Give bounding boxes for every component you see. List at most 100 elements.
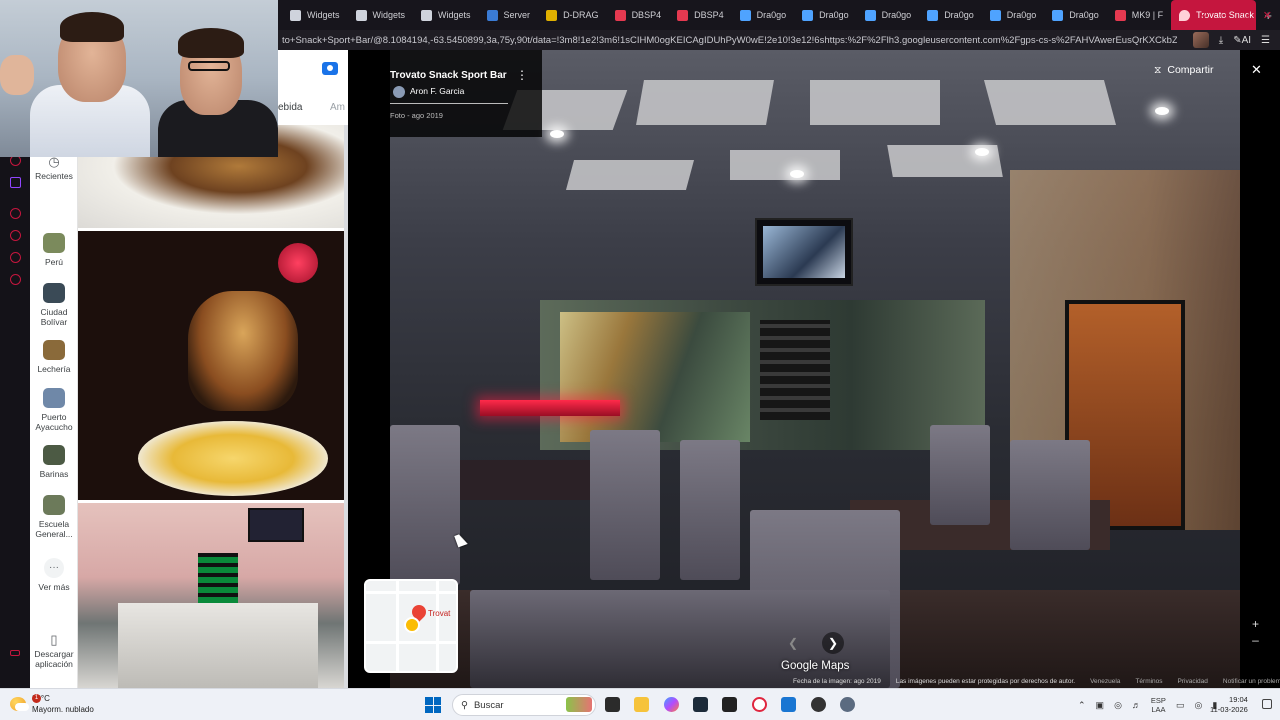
rail-item[interactable]: Perú: [30, 233, 78, 267]
tab-bebida-fragment[interactable]: ebida: [278, 102, 302, 113]
author-name[interactable]: Aron F. Garcia: [410, 86, 464, 96]
previous-photo-button[interactable]: ❮: [782, 632, 804, 654]
ceiling-tile: [565, 160, 695, 190]
history-clock-icon: ◷: [48, 154, 60, 169]
browser-tab[interactable]: Server: [479, 0, 539, 30]
rail-more[interactable]: ··· Ver más: [30, 558, 78, 592]
browser-tab[interactable]: DBSP4: [669, 0, 732, 30]
rail-item[interactable]: Lechería: [30, 340, 78, 374]
tab-ambiente-fragment[interactable]: Am: [330, 102, 345, 113]
tab-label: DBSP4: [694, 10, 724, 20]
ceiling-tile: [810, 80, 940, 125]
rail-item[interactable]: Barinas: [30, 445, 78, 479]
rail-download-app[interactable]: ▯ Descargar aplicación: [30, 633, 78, 669]
share-button[interactable]: ⧖ Compartir: [1154, 60, 1213, 80]
report-problem-link[interactable]: Notificar un problema: [1223, 678, 1280, 688]
copilot-icon[interactable]: [664, 697, 679, 712]
task-view-icon[interactable]: [605, 697, 620, 712]
download-icon[interactable]: ⤓: [1219, 35, 1223, 46]
display-icon[interactable]: ▭: [1176, 700, 1185, 711]
opera-gx-icon[interactable]: [752, 697, 767, 712]
privacy-link[interactable]: Privacidad: [1178, 678, 1208, 688]
app-icon[interactable]: [693, 697, 708, 712]
place-title[interactable]: Trovato Snack Sport Bar: [390, 70, 507, 81]
more-options-icon[interactable]: ⋮: [516, 68, 528, 82]
microphone-icon[interactable]: ◎: [1114, 700, 1122, 711]
country-link[interactable]: Venezuela: [1090, 678, 1120, 688]
map-road: [396, 581, 399, 671]
browser-tab[interactable]: Dra0go: [1044, 0, 1107, 30]
maximize-icon[interactable]: □: [1242, 9, 1249, 21]
search-icon[interactable]: ⚲: [1200, 9, 1208, 22]
language-indicator[interactable]: ESP LAA: [1151, 696, 1166, 714]
browser-tab[interactable]: Dra0go: [794, 0, 857, 30]
start-button[interactable]: [425, 697, 441, 713]
rail-more-label: Ver más: [38, 582, 70, 592]
history-icon[interactable]: [10, 230, 21, 241]
browser-tab[interactable]: MK9 | F: [1107, 0, 1171, 30]
tray-app-icon[interactable]: ▣: [1096, 700, 1105, 711]
browser-menu-icon[interactable]: ☰: [1261, 35, 1270, 46]
ai-button[interactable]: ✎AI: [1233, 35, 1251, 46]
network-icon[interactable]: ◎: [1194, 700, 1202, 711]
terms-link[interactable]: Términos: [1135, 678, 1162, 688]
browser-tab[interactable]: Dra0go: [857, 0, 920, 30]
photo-thumb-interior[interactable]: [78, 503, 346, 688]
zoom-out-icon[interactable]: –: [1252, 632, 1259, 648]
browser-tab[interactable]: Widgets: [282, 0, 348, 30]
mini-map[interactable]: Trovat: [364, 579, 458, 673]
pegman-icon: [404, 617, 420, 633]
browser-tab[interactable]: D-DRAG: [538, 0, 607, 30]
author-avatar[interactable]: [393, 86, 405, 98]
rail-item[interactable]: Puerto Ayacucho: [30, 388, 78, 432]
profile-avatar[interactable]: [1192, 32, 1209, 48]
browser-tab[interactable]: Dra0go: [732, 0, 795, 30]
volume-icon[interactable]: ♬: [1132, 700, 1141, 710]
notifications-icon[interactable]: [1262, 699, 1272, 709]
tab-label: Dra0go: [1006, 10, 1037, 20]
map-road: [366, 641, 456, 644]
minimize-icon[interactable]: –: [1222, 9, 1228, 21]
tab-favicon-icon: [677, 9, 689, 21]
hand-shape: [0, 55, 34, 95]
tab-label: Dra0go: [756, 10, 787, 20]
app-blue-icon[interactable]: [781, 697, 796, 712]
obs-icon[interactable]: [811, 697, 826, 712]
url-field[interactable]: to+Snack+Sport+Bar/@8.1084194,-63.545089…: [282, 35, 1177, 46]
gx-icon[interactable]: [10, 650, 20, 656]
tab-label: MK9 | F: [1131, 10, 1164, 20]
zoom-in-icon[interactable]: +: [1252, 616, 1259, 632]
browser-tab[interactable]: DBSP4: [607, 0, 670, 30]
sidebar-settings-icon[interactable]: [10, 274, 21, 285]
rail-item-label: Escuela General...: [35, 519, 73, 539]
close-viewer-icon[interactable]: ✕: [1251, 62, 1262, 78]
tray-chevron-up-icon[interactable]: ⌃: [1078, 700, 1086, 711]
weather-widget[interactable]: 1 30°C Mayorm. nublado: [10, 693, 94, 715]
next-photo-button[interactable]: ❯: [822, 632, 844, 654]
rail-item[interactable]: Ciudad Bolívar: [30, 283, 78, 327]
browser-tab[interactable]: Widgets: [348, 0, 414, 30]
settings-app-icon[interactable]: [840, 697, 855, 712]
file-explorer-icon[interactable]: [634, 697, 649, 712]
restaurant-photo[interactable]: [390, 50, 1240, 688]
player-icon[interactable]: [10, 208, 21, 219]
photo-info-header: Trovato Snack Sport Bar ⋮ Aron F. Garcia…: [348, 50, 542, 137]
close-window-icon[interactable]: ✕: [1263, 9, 1272, 22]
epic-games-icon[interactable]: [722, 697, 737, 712]
search-highlight-icon: [566, 697, 592, 712]
rail-recents[interactable]: ◷ Recientes: [30, 154, 78, 181]
twitch-icon[interactable]: [10, 177, 21, 188]
camera-icon[interactable]: [322, 62, 338, 75]
weather-icon: [10, 697, 29, 711]
browser-tab[interactable]: Dra0go: [982, 0, 1045, 30]
browser-tab[interactable]: Widgets: [413, 0, 479, 30]
rail-item-label: Lechería: [37, 364, 71, 374]
ceiling-tile: [636, 80, 774, 125]
browser-tab[interactable]: Dra0go: [919, 0, 982, 30]
image-date: Fecha de la imagen: ago 2019: [793, 678, 881, 685]
extensions-icon[interactable]: [10, 252, 21, 263]
photo-thumb-burger-fries[interactable]: [78, 231, 346, 500]
start-square-icon: [425, 697, 433, 705]
clock[interactable]: 19:04 11-03-2026: [1210, 695, 1248, 715]
rail-item[interactable]: Escuela General...: [30, 495, 78, 539]
